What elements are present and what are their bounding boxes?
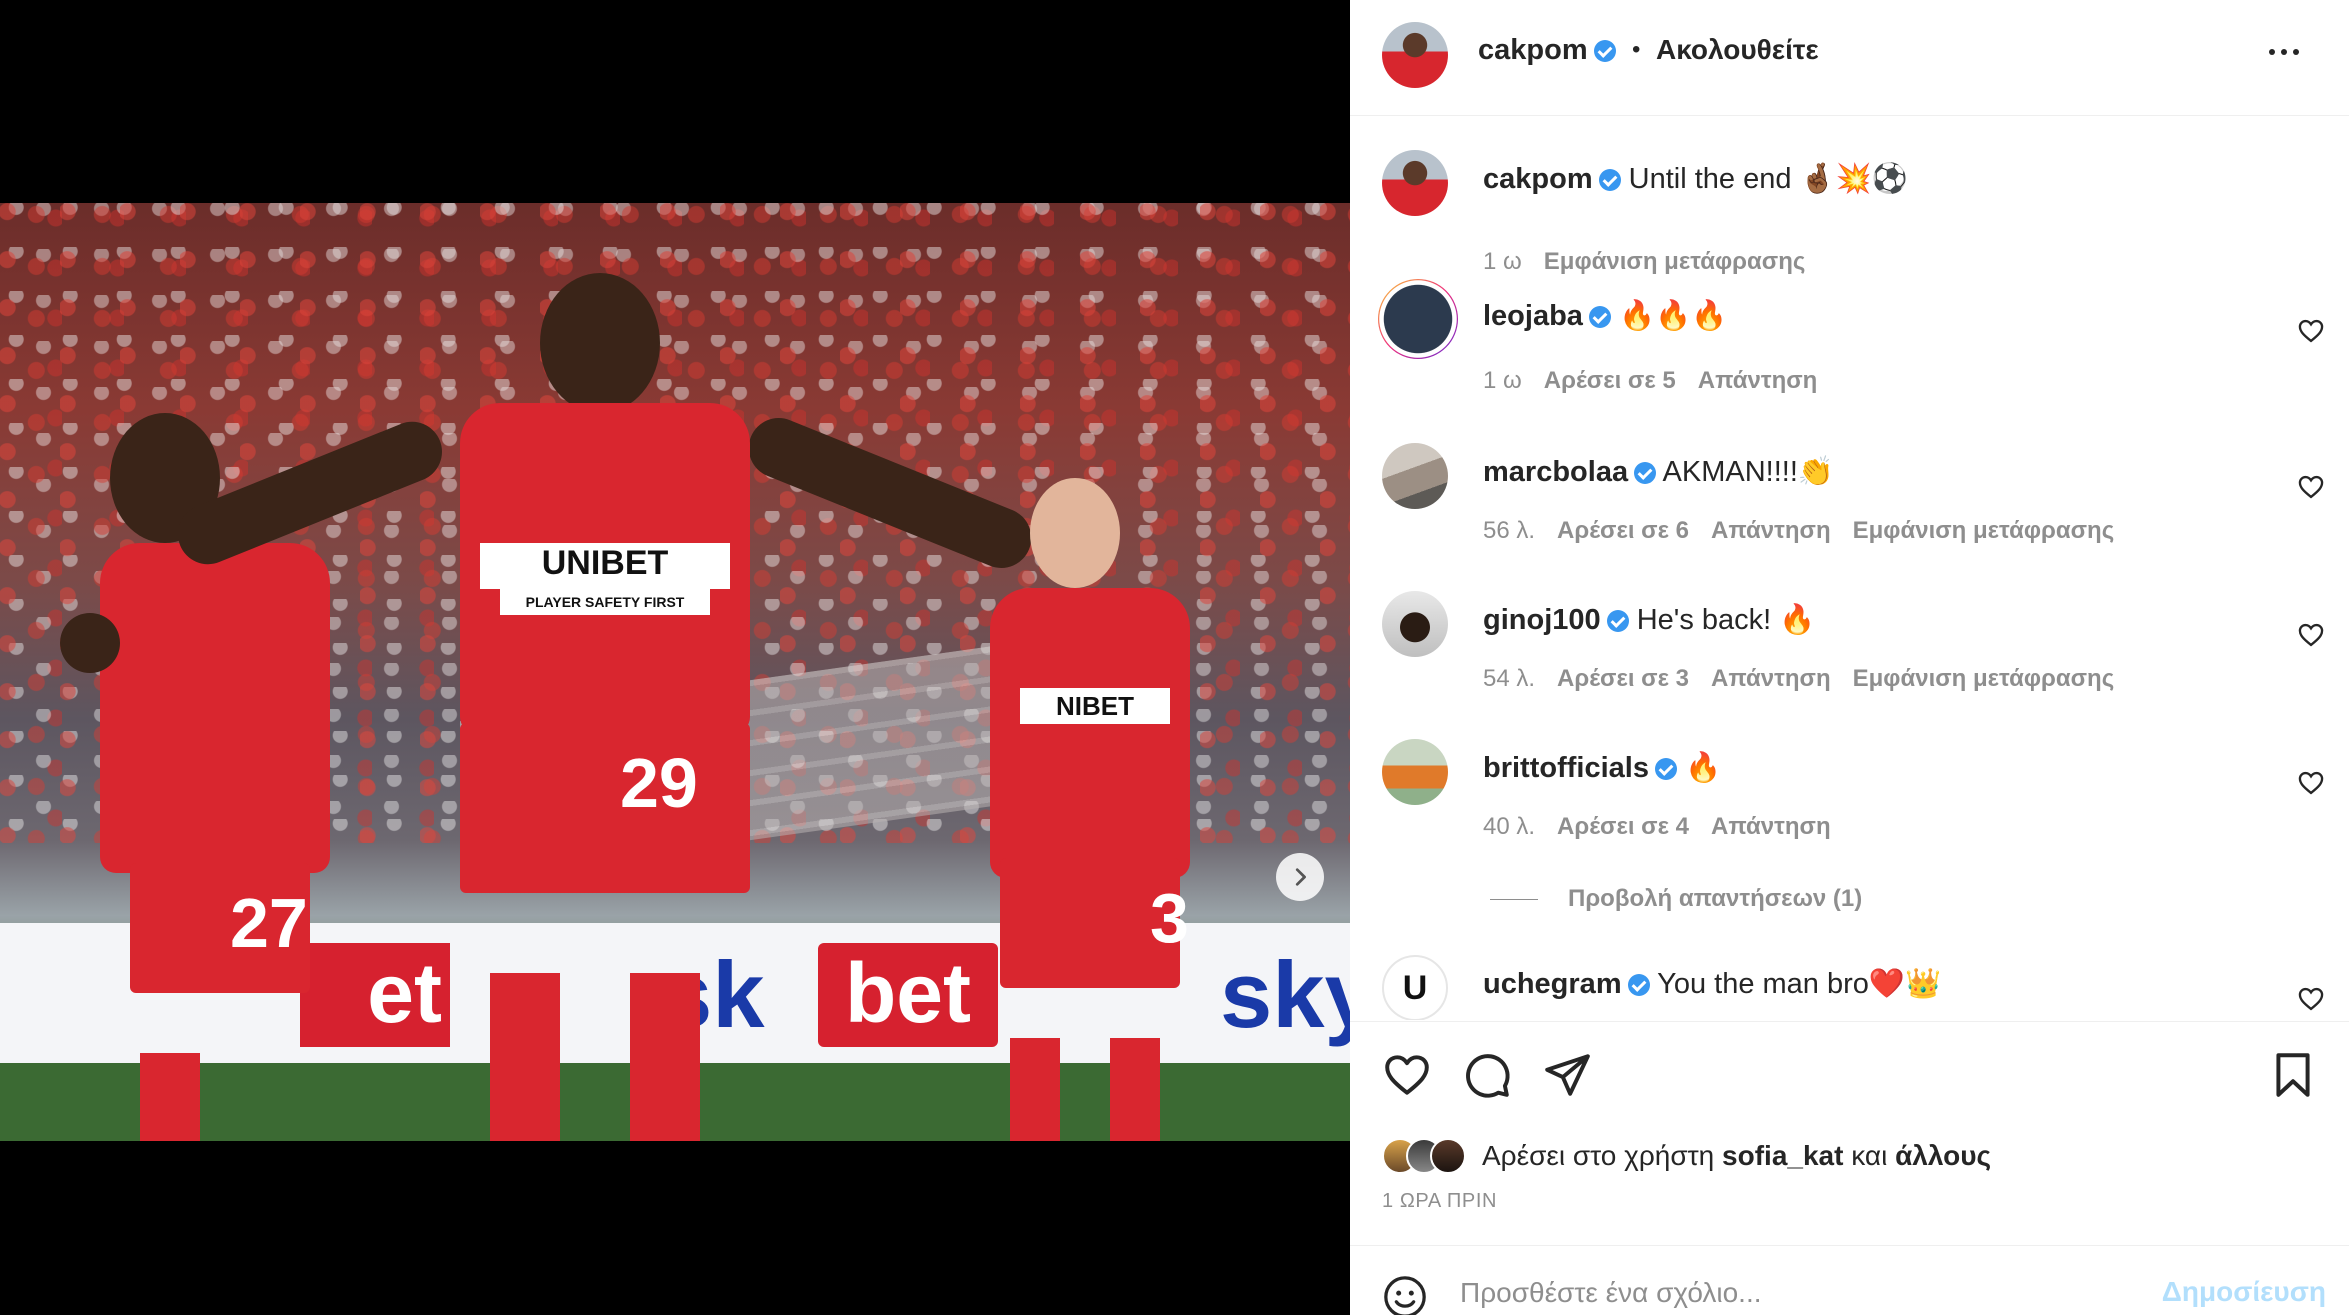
comment-like-heart-icon[interactable]: [2296, 985, 2326, 1013]
liker-avatar: [1430, 1138, 1466, 1174]
post-header: cakpom • Ακολουθείτε: [1350, 0, 2349, 116]
likes-others-link[interactable]: άλλους: [1895, 1140, 1991, 1171]
header-separator: •: [1632, 36, 1641, 63]
comment-likes-count[interactable]: Αρέσει σε 5: [1544, 367, 1676, 394]
chevron-right-icon: [1295, 868, 1306, 886]
caption-author-avatar[interactable]: [1382, 150, 1448, 216]
comment-likes-count[interactable]: Αρέσει σε 4: [1557, 813, 1689, 840]
share-paper-plane-icon[interactable]: [1542, 1050, 1592, 1100]
view-replies-button[interactable]: Προβολή απαντήσεων (1): [1490, 885, 1862, 913]
likes-summary[interactable]: Αρέσει στο χρήστη sofia_kat και άλλους: [1382, 1134, 1991, 1178]
verified-badge-icon: [1627, 974, 1650, 996]
comment-avatar[interactable]: U: [1382, 955, 1448, 1020]
comment-like-heart-icon[interactable]: [2296, 621, 2326, 649]
hoarding-board-sky: sky: [1220, 942, 1350, 1047]
following-button[interactable]: Ακολουθείτε: [1656, 34, 1819, 66]
comment-like-heart-icon[interactable]: [2296, 317, 2326, 345]
add-comment-bar: Δημοσίευση: [1350, 1245, 2349, 1315]
player-right: NIBET 3: [980, 478, 1220, 1141]
comment-time[interactable]: 1 ω: [1483, 367, 1522, 394]
author-username[interactable]: cakpom: [1478, 34, 1616, 67]
likes-prefix: Αρέσει στο χρήστη: [1482, 1140, 1715, 1171]
caption-translate-button[interactable]: Εμφάνιση μετάφρασης: [1544, 248, 1806, 275]
comment-username[interactable]: uchegram: [1483, 968, 1622, 1000]
shirt-sponsor-sub: PLAYER SAFETY FIRST: [500, 589, 710, 615]
comment-text: You the man bro❤️👑: [1657, 968, 1942, 1000]
comment-avatar[interactable]: [1382, 443, 1448, 509]
post-media-area: et sk bet sky 27 UNIBET PLAYER SAFETY FI…: [0, 0, 1350, 1315]
comment-reply-button[interactable]: Απάντηση: [1698, 367, 1818, 394]
comment-likes-count[interactable]: Αρέσει σε 6: [1557, 517, 1689, 544]
post-photo[interactable]: et sk bet sky 27 UNIBET PLAYER SAFETY FI…: [0, 203, 1350, 1141]
post-comment-button[interactable]: Δημοσίευση: [2146, 1276, 2326, 1308]
caption-username[interactable]: cakpom: [1483, 163, 1593, 195]
comment-like-heart-icon[interactable]: [2296, 769, 2326, 797]
comments-list[interactable]: cakpom Until the end 🤞🏾💥⚽ 1 ω Εμφάνιση με…: [1350, 117, 2349, 1020]
more-options-button[interactable]: [2254, 32, 2314, 72]
comment-time[interactable]: 40 λ.: [1483, 813, 1535, 840]
comment-reply-button[interactable]: Απάντηση: [1711, 517, 1831, 544]
author-username-text[interactable]: cakpom: [1478, 34, 1588, 66]
player-center-number: 29: [620, 744, 698, 822]
comment-username[interactable]: leojaba: [1483, 300, 1583, 332]
save-bookmark-icon[interactable]: [2268, 1050, 2318, 1100]
comment-likes-count[interactable]: Αρέσει σε 3: [1557, 665, 1689, 692]
verified-badge-icon: [1598, 169, 1621, 191]
comment-bubble-icon[interactable]: [1462, 1050, 1512, 1100]
verified-badge-icon: [1593, 40, 1616, 62]
emoji-icon[interactable]: [1382, 1274, 1428, 1315]
verified-badge-icon: [1588, 306, 1611, 328]
comment-time[interactable]: 56 λ.: [1483, 517, 1535, 544]
comment-avatar[interactable]: [1378, 279, 1458, 359]
post-details-panel: cakpom • Ακολουθείτε cakpom Until the en…: [1350, 0, 2349, 1315]
comment-username[interactable]: ginoj100: [1483, 604, 1601, 636]
caption-time[interactable]: 1 ω: [1483, 248, 1522, 275]
comment-avatar[interactable]: [1382, 591, 1448, 657]
author-avatar[interactable]: [1382, 22, 1448, 88]
player-right-number: 3: [1150, 879, 1189, 957]
carousel-next-button[interactable]: [1276, 853, 1324, 901]
more-dots-icon: [2269, 49, 2275, 55]
post-actions: Αρέσει στο χρήστη sofia_kat και άλλους 1…: [1350, 1021, 2349, 1245]
comment-reply-button[interactable]: Απάντηση: [1711, 665, 1831, 692]
comment-text: 🔥🔥🔥: [1619, 300, 1728, 332]
liker-username[interactable]: sofia_kat: [1722, 1140, 1843, 1171]
verified-badge-icon: [1654, 758, 1677, 780]
comment-username[interactable]: marcbolaa: [1483, 456, 1628, 488]
comment-translate-button[interactable]: Εμφάνιση μετάφρασης: [1853, 517, 2115, 544]
comment-avatar[interactable]: [1382, 739, 1448, 805]
like-heart-icon[interactable]: [1382, 1050, 1432, 1100]
comment-username[interactable]: brittofficials: [1483, 752, 1649, 784]
comment-reply-button[interactable]: Απάντηση: [1711, 813, 1831, 840]
comment-input[interactable]: [1460, 1270, 2140, 1315]
comment-text: 🔥: [1685, 752, 1722, 784]
view-replies-label[interactable]: Προβολή απαντήσεων (1): [1568, 885, 1862, 912]
comment-text: He's back! 🔥: [1636, 604, 1816, 636]
verified-badge-icon: [1606, 610, 1629, 632]
shirt-sponsor: UNIBET: [480, 543, 730, 589]
player-center: UNIBET PLAYER SAFETY FIRST 29: [160, 273, 1090, 1141]
likes-and: και: [1851, 1140, 1888, 1171]
verified-badge-icon: [1634, 462, 1657, 484]
post-timestamp[interactable]: 1 ΩΡΑ ΠΡΙΝ: [1382, 1190, 1497, 1213]
comment-time[interactable]: 54 λ.: [1483, 665, 1535, 692]
caption-text: Until the end 🤞🏾💥⚽: [1628, 163, 1908, 195]
comment-like-heart-icon[interactable]: [2296, 473, 2326, 501]
comment-text: AKMAN!!!!👏: [1662, 456, 1835, 488]
comment-translate-button[interactable]: Εμφάνιση μετάφρασης: [1853, 665, 2115, 692]
replies-divider: [1490, 899, 1538, 901]
